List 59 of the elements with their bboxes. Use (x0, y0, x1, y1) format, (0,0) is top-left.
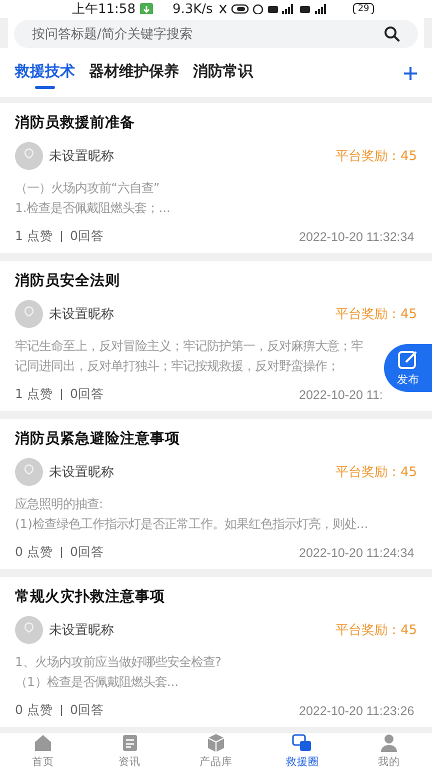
post-card[interactable]: 常规火灾扑救注意事项 未设置昵称 平台奖励：45 1、火场内攻前应当做好哪些安全检查? （1）检查是否佩戴阻燃头套... 0 点赞 0回答 2022-10-20 11:23:26 (0, 577, 432, 727)
post-excerpt: 1、火场内攻前应当做好哪些安全检查? (15, 654, 222, 671)
reward-label: 平台奖励：45 (335, 464, 417, 481)
answer-count: 0回答 (70, 544, 104, 561)
post-date: 2022-10-20 11: (299, 388, 384, 402)
category-tab[interactable]: 救援技术 (15, 58, 75, 89)
nav-tab[interactable]: 首页 (0, 733, 86, 768)
author-name: 未设置昵称 (49, 148, 114, 165)
chat-icon (292, 733, 312, 753)
add-icon[interactable] (404, 67, 417, 80)
category-tab[interactable]: 消防常识 (193, 58, 253, 89)
like-count: 1 点赞 (15, 228, 53, 245)
post-date: 2022-10-20 11:32:34 (299, 230, 416, 244)
post-excerpt: 记同进同出，反对单打独斗；牢记按规救援，反对野蛮操作； (15, 358, 339, 375)
post-title: 常规火灾扑救注意事项 (15, 587, 166, 606)
post-excerpt: (1)检查绿色工作指示灯是否正常工作。如果红色指示灯亮，则处... (15, 516, 368, 533)
post-excerpt: 1.检查是否佩戴阻燃头套；... (15, 200, 170, 217)
download-icon (140, 2, 154, 16)
avatar-icon (15, 142, 43, 170)
avatar-icon (15, 458, 43, 486)
reward-label: 平台奖励：45 (335, 148, 417, 165)
home-icon (33, 733, 54, 753)
post-excerpt: （一）火场内攻前“六自查” (15, 180, 160, 197)
post-title: 消防员救援前准备 (15, 114, 136, 132)
post-card[interactable]: 消防员紧急避险注意事项 未设置昵称 平台奖励：45 应急照明的抽查: (1)检查绿色工作指示灯是否正常工作。如果红色指示灯亮，则处... 0 点赞 0回答 2022-10-20 11:24:34 (0, 419, 432, 569)
post-card[interactable]: 消防员救援前准备 未设置昵称 平台奖励：45 （一）火场内攻前“六自查” 1.检查是否佩戴阻燃头套；... 1 点赞 0回答 2022-10-20 11:32:34 (0, 103, 432, 253)
status-time: 上午11:58 (72, 1, 136, 18)
post-excerpt: 牢记生命至上，反对冒险主义；牢记防护第一，反对麻痹大意；牢 (15, 338, 363, 355)
nav-tab[interactable]: 我的 (346, 733, 432, 768)
post-date: 2022-10-20 11:23:26 (299, 704, 416, 718)
answer-count: 0回答 (70, 228, 104, 245)
answer-count: 0回答 (70, 386, 104, 403)
reward-label: 平台奖励：45 (335, 622, 417, 639)
post-excerpt: 应急照明的抽查: (15, 496, 104, 513)
post-title: 消防员紧急避险注意事项 (15, 430, 181, 448)
author-name: 未设置昵称 (49, 464, 114, 481)
post-title: 消防员安全法则 (15, 271, 121, 290)
nav-tab[interactable]: 产品库 (172, 733, 260, 768)
search-field[interactable]: 按问答标题/简介关键字搜索 (14, 20, 418, 48)
publish-button[interactable]: 发布 (384, 344, 432, 392)
author-name: 未设置昵称 (49, 622, 114, 639)
like-count: 1 点赞 (15, 386, 53, 403)
edit-icon (397, 349, 419, 371)
user-icon (378, 733, 399, 753)
search-icon[interactable] (384, 26, 400, 42)
avatar-icon (15, 616, 43, 644)
like-count: 0 点赞 (15, 544, 53, 561)
nav-tab[interactable]: 资讯 (86, 733, 173, 768)
battery-level: 29 (352, 3, 374, 15)
avatar-icon (15, 300, 43, 328)
reward-label: 平台奖励：45 (335, 306, 417, 323)
answer-count: 0回答 (70, 702, 104, 719)
network-speed: 9.3K/s (172, 2, 213, 16)
nav-tab[interactable]: 救援圈 (259, 733, 346, 768)
author-name: 未设置昵称 (49, 306, 114, 323)
category-tab[interactable]: 器材维护保养 (89, 58, 179, 89)
post-excerpt: （1）检查是否佩戴阻燃头套... (15, 674, 179, 691)
post-date: 2022-10-20 11:24:34 (299, 546, 416, 560)
like-count: 0 点赞 (15, 702, 53, 719)
